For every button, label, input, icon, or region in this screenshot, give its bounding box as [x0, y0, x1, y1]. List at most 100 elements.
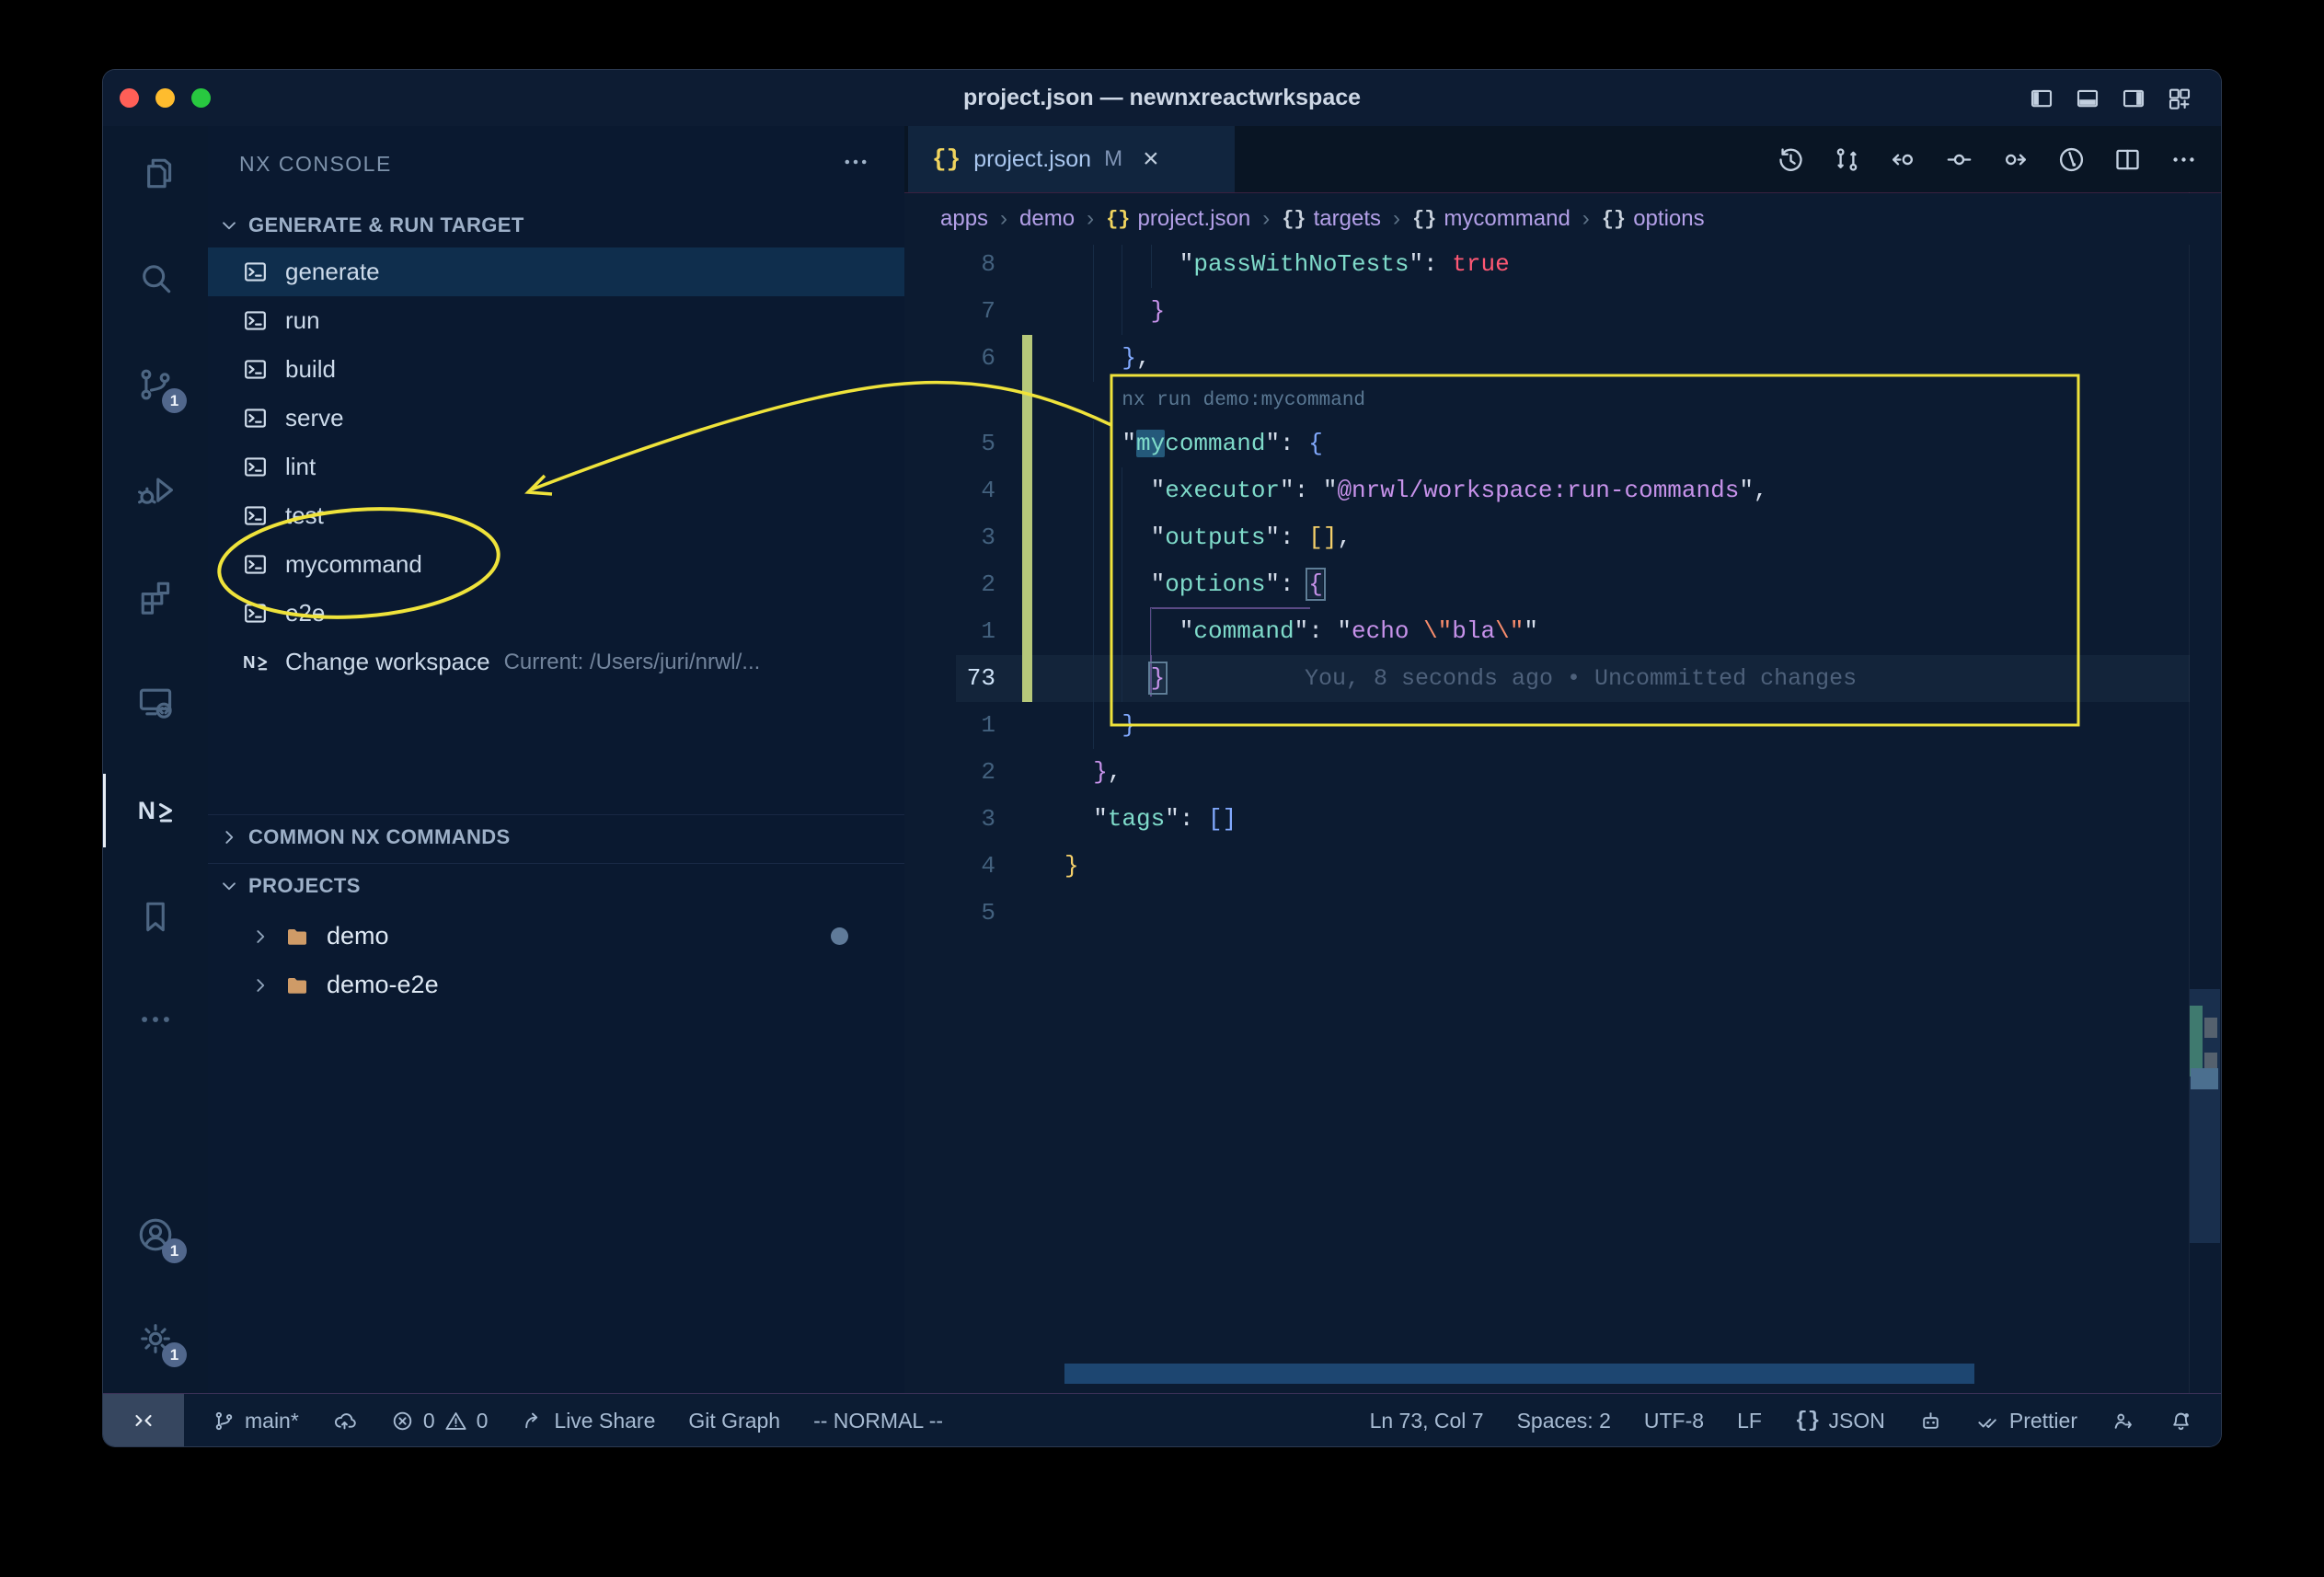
target-label: lint [285, 453, 316, 481]
target-item-serve[interactable]: serve [208, 394, 904, 443]
breadcrumb-separator: › [1262, 206, 1270, 232]
tab-project-json[interactable]: {} project.json M × [908, 126, 1235, 192]
code-line[interactable]: 7} [904, 288, 2221, 335]
braces-icon: {} [1412, 208, 1436, 231]
code-line[interactable]: 1"command": "echo \"bla\"" [904, 608, 2221, 655]
more-actions-icon[interactable] [2169, 144, 2199, 175]
current-change-icon[interactable] [1944, 144, 1974, 175]
activity-more-views[interactable] [103, 977, 208, 1062]
line-number: 4 [904, 843, 995, 890]
code-editor[interactable]: 8"passWithNoTests": true7}6},nx run demo… [904, 241, 2221, 1364]
code-line[interactable]: 8"passWithNoTests": true [904, 241, 2221, 288]
status-vim-mode[interactable]: -- NORMAL -- [813, 1409, 943, 1433]
status-hubot[interactable] [1918, 1409, 1943, 1433]
chevron-right-icon[interactable] [248, 925, 272, 949]
status-encoding[interactable]: UTF-8 [1644, 1409, 1704, 1433]
accounts-badge: 1 [162, 1238, 187, 1263]
code-line[interactable]: 2}, [904, 749, 2221, 796]
toggle-panel-right-icon[interactable] [2120, 85, 2147, 112]
section-common-nx-commands[interactable]: COMMON NX COMMANDS [208, 815, 904, 859]
modified-lines-gutter [1022, 561, 1032, 608]
overview-ruler-modified-mark [2190, 1006, 2203, 1076]
status-remote-indicator[interactable] [103, 1394, 184, 1446]
status-eol[interactable]: LF [1737, 1409, 1762, 1433]
previous-change-icon[interactable] [1888, 144, 1918, 175]
code-line[interactable]: 1} [904, 702, 2221, 749]
section-projects[interactable]: PROJECTS [208, 864, 904, 908]
status-live-share[interactable]: Live Share [521, 1409, 655, 1433]
status-sync-icon[interactable] [332, 1409, 357, 1433]
codelens-run-command[interactable]: nx run demo:mycommand [1122, 382, 1365, 420]
modified-lines-gutter [1022, 335, 1032, 382]
breadcrumb-options[interactable]: {}options [1602, 206, 1705, 232]
timeline-history-icon[interactable] [1776, 144, 1806, 175]
target-item-run[interactable]: run [208, 296, 904, 345]
status-notifications[interactable] [2169, 1409, 2193, 1433]
target-item-test[interactable]: test [208, 491, 904, 540]
breadcrumb-targets[interactable]: {}targets [1282, 206, 1381, 232]
section-generate-run-target[interactable]: GENERATE & RUN TARGET [208, 203, 904, 247]
editor-group: {} project.json M × apps›demo›{}project.… [904, 126, 2221, 1393]
project-label: demo-e2e [327, 971, 439, 999]
code-line[interactable]: 4"executor": "@nrwl/workspace:run-comman… [904, 467, 2221, 514]
sidebar-more-actions-icon[interactable] [840, 146, 871, 178]
target-item-build[interactable]: build [208, 345, 904, 394]
breadcrumb-mycommand[interactable]: {}mycommand [1412, 206, 1570, 232]
activity-settings[interactable]: 1 [103, 1296, 208, 1381]
project-item-demo[interactable]: demo [208, 912, 904, 961]
status-formatter-prettier[interactable]: Prettier [1976, 1409, 2077, 1433]
breadcrumb-project.json[interactable]: {}project.json [1106, 206, 1250, 232]
line-number: 73 [904, 655, 995, 702]
change-workspace-item[interactable]: NChange workspaceCurrent: /Users/juri/nr… [208, 638, 904, 686]
breadcrumb-demo[interactable]: demo [1019, 206, 1075, 232]
activity-run-and-debug[interactable] [103, 448, 208, 533]
line-number: 6 [904, 335, 995, 382]
codelens-row[interactable]: nx run demo:mycommand [904, 382, 2221, 420]
project-item-demo-e2e[interactable]: demo-e2e [208, 961, 904, 1009]
status-indentation[interactable]: Spaces: 2 [1517, 1409, 1611, 1433]
targets-tree: generaterunbuildserve lint testmycommande2… [208, 247, 904, 686]
code-line[interactable]: 73}You, 8 seconds ago • Uncommitted chan… [904, 655, 2221, 702]
target-item-lint[interactable]: lint [208, 443, 904, 491]
status-problems[interactable]: 00 [390, 1409, 489, 1433]
toggle-panel-bottom-icon[interactable] [2074, 85, 2101, 112]
customize-layout-icon[interactable] [2166, 85, 2193, 112]
next-change-icon[interactable] [2000, 144, 2031, 175]
toggle-panel-left-icon[interactable] [2028, 85, 2055, 112]
status-language-mode[interactable]: {}JSON [1795, 1409, 1885, 1433]
compare-changes-icon[interactable] [1832, 144, 1862, 175]
status-cursor-position[interactable]: Ln 73, Col 7 [1370, 1409, 1484, 1433]
activity-search[interactable] [103, 236, 208, 321]
activity-source-control[interactable]: 1 [103, 342, 208, 427]
close-tab-icon[interactable]: × [1143, 145, 1159, 173]
activity-accounts[interactable]: 1 [103, 1192, 208, 1277]
activity-explorer[interactable] [103, 131, 208, 215]
project-label: demo [327, 922, 389, 950]
breadcrumb-apps[interactable]: apps [940, 206, 988, 232]
hubot-icon [1918, 1409, 1943, 1433]
code-line[interactable]: 3"outputs": [], [904, 514, 2221, 561]
json-file-icon: {} [932, 145, 961, 173]
target-item-generate[interactable]: generate [208, 247, 904, 296]
code-line[interactable]: 2"options": { [904, 561, 2221, 608]
activity-bookmarks[interactable] [103, 874, 208, 959]
code-line[interactable]: 6}, [904, 335, 2221, 382]
sidebar-title: NX CONSOLE [239, 152, 392, 177]
activity-remote-explorer[interactable] [103, 660, 208, 744]
status-git-branch[interactable]: main* [212, 1409, 299, 1433]
target-item-e2e[interactable]: e2e [208, 589, 904, 638]
run-and-debug-icon [135, 470, 176, 511]
activity-extensions[interactable] [103, 554, 208, 639]
activity-nx-console[interactable]: N [103, 768, 208, 853]
status-git-graph[interactable]: Git Graph [688, 1409, 780, 1433]
split-editor-icon[interactable] [2112, 144, 2143, 175]
code-line[interactable]: 5 [904, 890, 2221, 937]
status-feedback[interactable] [2111, 1409, 2135, 1433]
chevron-right-icon[interactable] [248, 973, 272, 997]
target-item-mycommand[interactable]: mycommand [208, 540, 904, 589]
code-line[interactable]: 3"tags": [] [904, 796, 2221, 843]
horizontal-scrollbar[interactable] [1064, 1364, 1974, 1384]
code-line[interactable]: 4} [904, 843, 2221, 890]
code-line[interactable]: 5"mycommand": { [904, 420, 2221, 467]
run-timeline-icon[interactable] [2056, 144, 2087, 175]
